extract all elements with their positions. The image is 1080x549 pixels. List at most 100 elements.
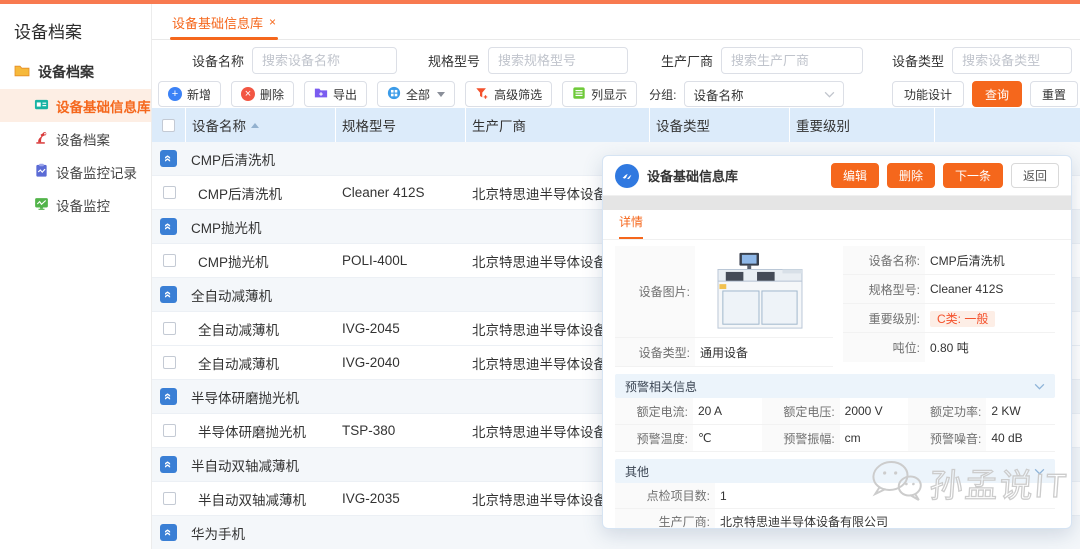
warning-fields: 额定电流: 20 A 额定电压: 2000 V 额定功率: 2 KW 预警温度: ℃ 预… (615, 398, 1055, 452)
other-section-header[interactable]: 其他 (615, 459, 1055, 483)
back-button[interactable]: 返回 (1010, 163, 1059, 188)
tonnage-label: 吨位: (843, 333, 925, 362)
column-display-button[interactable]: 列显示 (562, 81, 638, 107)
modal-title: 设备基础信息库 (647, 169, 739, 184)
next-record-button[interactable]: 下一条 (942, 163, 1003, 188)
equipment-photo (695, 248, 818, 335)
filter-label: 设备类型 (892, 53, 945, 69)
row-checkbox[interactable] (162, 492, 176, 505)
name-label: 设备名称: (843, 246, 925, 274)
row-checkbox[interactable] (162, 424, 176, 437)
folder-icon (14, 63, 30, 82)
reset-button[interactable]: 重置 (1029, 81, 1078, 107)
name-value: CMP后清洗机 (930, 253, 1005, 268)
edit-button[interactable]: 编辑 (830, 163, 879, 188)
id-card-icon (34, 97, 49, 115)
chevron-down-icon (1034, 383, 1045, 390)
collapse-group-icon[interactable]: « (160, 524, 177, 541)
group-by-select[interactable]: 设备名称 (684, 81, 845, 107)
row-checkbox[interactable] (162, 254, 176, 267)
monitor-chart-icon (34, 196, 49, 214)
sidebar-item-label: 设备监控记录 (56, 165, 137, 181)
filter-device-name: 设备名称 (192, 46, 398, 74)
collapse-group-icon[interactable]: « (160, 456, 177, 473)
query-button[interactable]: 查询 (971, 81, 1022, 107)
add-button[interactable]: + 新增 (158, 81, 222, 107)
modal-tab-bar: 详情 (603, 210, 1071, 240)
grid-circle-icon (387, 86, 401, 103)
sidebar-item-device-archive-root[interactable]: 设备档案 (0, 55, 151, 89)
close-circle-icon: × (241, 87, 256, 101)
modal-divider-strip (603, 196, 1071, 210)
sort-asc-icon (251, 122, 259, 128)
app-logo-icon (615, 163, 639, 188)
tab-close-icon[interactable]: × (269, 15, 276, 29)
filter-model: 规格型号 (428, 46, 629, 74)
page-title: 设备档案 (14, 23, 82, 42)
tab-device-info-db[interactable]: 设备基础信息库 × (170, 4, 279, 40)
chevron-down-icon (1034, 468, 1045, 475)
device-name-input[interactable] (252, 46, 398, 74)
toolbar: + 新增 × 删除 导出 全部 高级筛选 列显示 分组: 设备名称 功能设计 查… (152, 80, 1080, 108)
filter-label: 规格型号 (428, 53, 481, 69)
level-badge: C类: 一般 (930, 310, 996, 327)
filter-manufacturer: 生产厂商 (661, 46, 864, 74)
export-button[interactable]: 导出 (304, 81, 368, 107)
tab-detail[interactable]: 详情 (619, 213, 644, 239)
row-checkbox[interactable] (162, 322, 176, 335)
export-folder-icon (314, 86, 328, 103)
tab-bar: 设备基础信息库 × (152, 4, 1080, 40)
photo-label: 设备图片: (615, 246, 695, 337)
robot-arm-icon (34, 130, 49, 148)
level-label: 重要级别: (843, 304, 925, 332)
sidebar-item-device-info-db[interactable]: 设备基础信息库 (0, 89, 151, 122)
other-fields: 点检项目数: 1 生产厂商: 北京特思迪半导体设备有限公司 (615, 483, 1055, 528)
group-by-value: 设备名称 (693, 88, 744, 103)
manufacturer-input[interactable] (721, 46, 864, 74)
sidebar-item-device-monitor-records[interactable]: 设备监控记录 (0, 155, 151, 188)
group-by-label: 分组: (649, 87, 677, 102)
sidebar: 设备档案 设备档案 设备基础信息库 设备档案 设备监控记录 设备监控 (0, 4, 152, 549)
table-header: 设备名称 规格型号 生产厂商 设备类型 重要级别 (152, 108, 1080, 142)
detail-modal: 设备基础信息库 编辑 删除 下一条 返回 详情 设备图片: 设备类型: 通用设备… (602, 155, 1072, 529)
column-header-model[interactable]: 规格型号 (336, 108, 466, 142)
device-type-input[interactable] (952, 46, 1073, 74)
delete-button[interactable]: × 删除 (231, 81, 295, 107)
type-label: 设备类型: (615, 338, 695, 366)
filter-device-type: 设备类型 (892, 46, 1073, 74)
model-label: 规格型号: (843, 275, 925, 303)
sidebar-item-device-monitor[interactable]: 设备监控 (0, 188, 151, 221)
filter-bar: 设备名称 规格型号 生产厂商 设备类型 (152, 40, 1080, 80)
column-header-level[interactable]: 重要级别 (790, 108, 935, 142)
function-design-button[interactable]: 功能设计 (891, 81, 964, 107)
scope-all-dropdown[interactable]: 全部 (377, 81, 456, 107)
model-value: Cleaner 412S (930, 282, 1004, 296)
column-header-extra (935, 108, 1080, 142)
sidebar-item-device-archive[interactable]: 设备档案 (0, 122, 151, 155)
filter-label: 设备名称 (192, 53, 245, 69)
collapse-group-icon[interactable]: « (160, 218, 177, 235)
tab-label: 设备基础信息库 (172, 15, 264, 31)
modal-body: 设备图片: 设备类型: 通用设备 设备名称: CMP后清洗机 规格型号: Cle… (603, 240, 1071, 528)
collapse-group-icon[interactable]: « (160, 388, 177, 405)
sidebar-item-label: 设备档案 (56, 132, 110, 148)
column-header-name[interactable]: 设备名称 (186, 108, 336, 142)
collapse-group-icon[interactable]: « (160, 150, 177, 167)
tonnage-value: 0.80 吨 (930, 341, 969, 355)
chevron-down-icon (824, 87, 835, 101)
modal-delete-button[interactable]: 删除 (886, 163, 935, 188)
advanced-filter-button[interactable]: 高级筛选 (465, 81, 553, 107)
funnel-icon (475, 86, 489, 103)
plus-circle-icon: + (168, 87, 182, 101)
column-header-type[interactable]: 设备类型 (650, 108, 790, 142)
row-checkbox[interactable] (162, 356, 176, 369)
column-header-manufacturer[interactable]: 生产厂商 (466, 108, 650, 142)
select-all-checkbox[interactable] (162, 118, 175, 132)
model-input[interactable] (488, 46, 629, 74)
sidebar-root-label: 设备档案 (38, 64, 94, 80)
filter-label: 生产厂商 (661, 53, 714, 69)
collapse-group-icon[interactable]: « (160, 286, 177, 303)
warning-section-header[interactable]: 预警相关信息 (615, 374, 1055, 398)
row-checkbox[interactable] (162, 186, 176, 199)
sidebar-item-label: 设备监控 (56, 198, 110, 214)
